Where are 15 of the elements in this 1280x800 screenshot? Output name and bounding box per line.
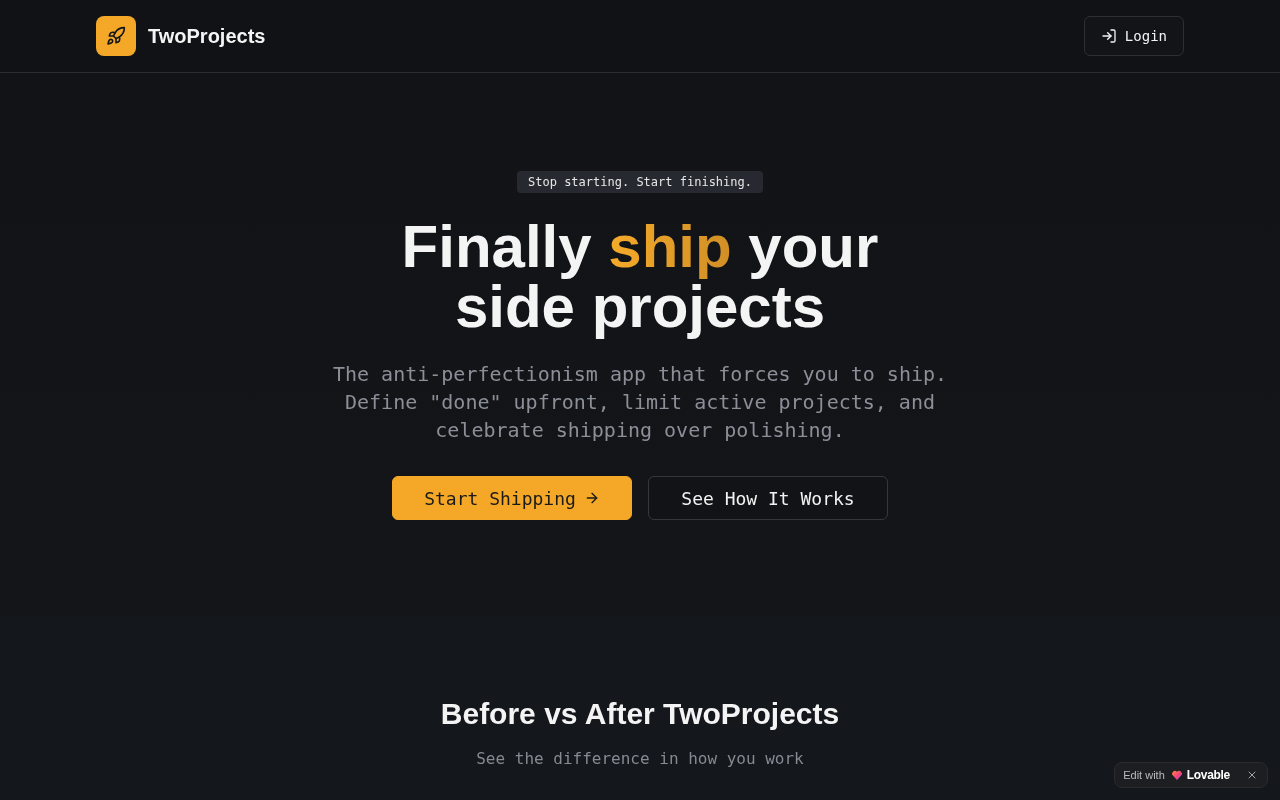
login-button[interactable]: Login <box>1083 16 1184 56</box>
rocket-icon <box>96 16 136 56</box>
section-title: Before vs After TwoProjects <box>440 696 840 732</box>
brand-name: TwoProjects <box>148 24 266 48</box>
login-icon <box>1100 28 1117 44</box>
hero-heading: Finally ship your side projects <box>400 217 880 337</box>
section-subtitle: See the difference in how you work <box>476 748 804 770</box>
tagline-pill: Stop starting. Start finishing. <box>517 171 763 193</box>
see-how-button[interactable]: See How It Works <box>648 476 888 520</box>
start-shipping-button[interactable]: Start Shipping <box>392 476 632 520</box>
close-icon <box>1246 769 1258 781</box>
heart-logo-icon <box>1171 770 1182 780</box>
hero-subtitle: The anti-perfectionism app that forces you to ship. Define "done" upfront, limit active projects, and celebrate shipping over polishing. <box>331 361 949 444</box>
lovable-wordmark: Lovable <box>1186 768 1230 782</box>
edit-label: Edit with <box>1123 769 1165 781</box>
